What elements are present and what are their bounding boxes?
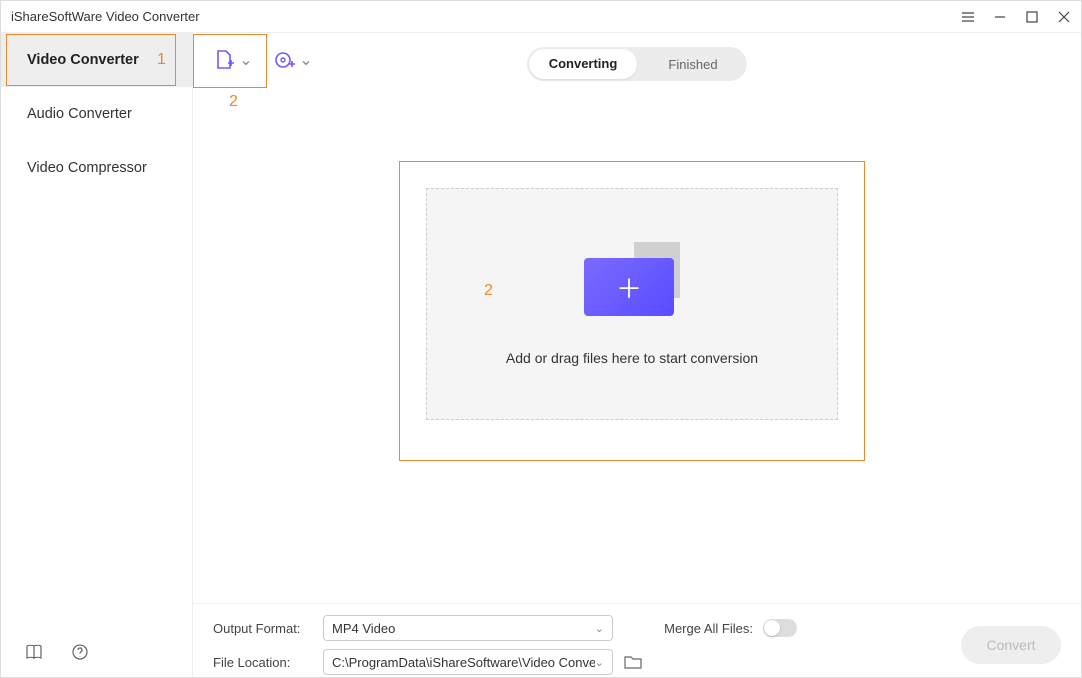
add-disc-button[interactable]: ⌄ xyxy=(263,33,323,87)
output-format-value: MP4 Video xyxy=(332,621,395,636)
dropzone-text: Add or drag files here to start conversi… xyxy=(506,350,758,366)
chevron-down-icon: ⌄ xyxy=(239,50,252,70)
add-folder-icon: ＋ xyxy=(584,242,680,322)
menu-icon[interactable] xyxy=(961,10,975,24)
sidebar-item-label: Video Compressor xyxy=(27,160,147,176)
chevron-down-icon: ⌄ xyxy=(299,50,312,70)
output-format-select[interactable]: MP4 Video ⌄ xyxy=(323,615,613,641)
bottom-bar: Output Format: MP4 Video ⌄ Merge All Fil… xyxy=(193,603,1081,677)
sidebar-item-label: Audio Converter xyxy=(27,106,132,122)
toolbar: ⌄ ⌄ Converting Finished xyxy=(193,33,1081,87)
minimize-icon[interactable] xyxy=(993,10,1007,24)
chevron-down-icon: ⌄ xyxy=(595,622,604,635)
output-format-label: Output Format: xyxy=(213,621,313,636)
close-icon[interactable] xyxy=(1057,10,1071,24)
chevron-down-icon: ⌄ xyxy=(595,656,604,669)
window-buttons xyxy=(961,10,1071,24)
add-file-button[interactable]: ⌄ xyxy=(203,33,263,87)
help-icon[interactable] xyxy=(71,643,89,661)
file-location-label: File Location: xyxy=(213,655,313,670)
status-segmented: Converting Finished xyxy=(527,47,747,81)
file-location-value: C:\ProgramData\iShareSoftware\Video Conv… xyxy=(332,655,595,670)
tab-converting[interactable]: Converting xyxy=(529,49,637,79)
annotation-box-dropzone: ＋ Add or drag files here to start conver… xyxy=(399,161,865,461)
maximize-icon[interactable] xyxy=(1025,10,1039,24)
titlebar: iShareSoftWare Video Converter xyxy=(1,1,1081,33)
sidebar-item-video-compressor[interactable]: Video Compressor xyxy=(1,141,192,195)
merge-toggle[interactable] xyxy=(763,619,797,637)
sidebar-item-audio-converter[interactable]: Audio Converter xyxy=(1,87,192,141)
book-icon[interactable] xyxy=(25,643,43,661)
merge-label: Merge All Files: xyxy=(623,621,753,636)
file-location-select[interactable]: C:\ProgramData\iShareSoftware\Video Conv… xyxy=(323,649,613,675)
app-title: iShareSoftWare Video Converter xyxy=(11,9,961,24)
sidebar: Video Converter Audio Converter Video Co… xyxy=(1,33,193,677)
tab-finished[interactable]: Finished xyxy=(639,57,747,72)
sidebar-item-video-converter[interactable]: Video Converter xyxy=(1,33,192,87)
convert-button[interactable]: Convert xyxy=(961,626,1061,664)
open-folder-button[interactable] xyxy=(623,652,643,672)
dropzone[interactable]: ＋ Add or drag files here to start conver… xyxy=(426,188,838,420)
sidebar-item-label: Video Converter xyxy=(27,52,139,68)
